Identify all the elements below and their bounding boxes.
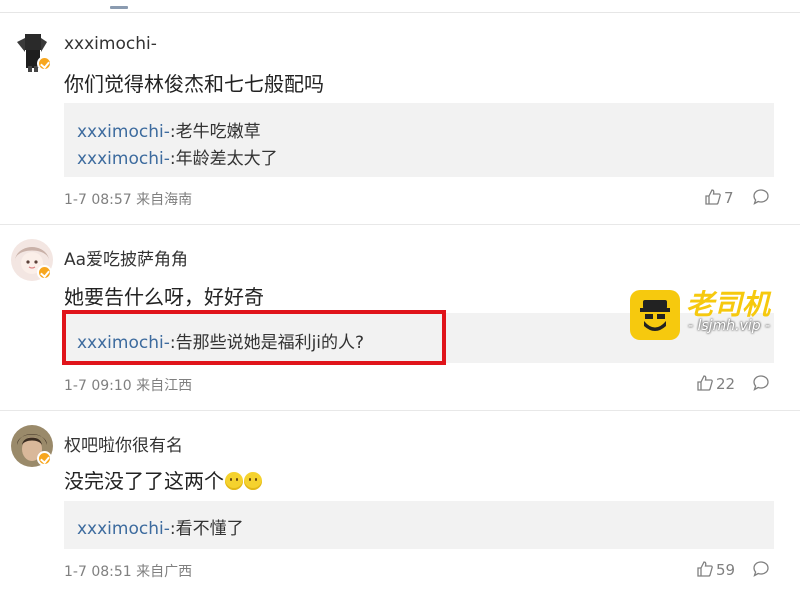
comment-username[interactable]: Aa爱吃披萨角角 bbox=[64, 245, 188, 270]
like-count: 7 bbox=[724, 189, 734, 207]
highlight-frame bbox=[62, 310, 446, 365]
avatar[interactable] bbox=[11, 425, 53, 467]
avatar[interactable] bbox=[11, 30, 53, 72]
smile-emoji-icon bbox=[244, 472, 262, 490]
watermark-url: - lsjmh.vip - bbox=[688, 318, 771, 334]
comment-username[interactable]: 权吧啦你很有名 bbox=[64, 431, 183, 456]
comment-text-body: 没完没了了这两个 bbox=[64, 469, 224, 493]
comment-bubble-icon[interactable] bbox=[752, 374, 770, 392]
like-button[interactable]: 22 bbox=[696, 374, 735, 393]
reply-username[interactable]: xxximochi- bbox=[77, 519, 170, 539]
watermark-logo-icon bbox=[630, 290, 680, 340]
reply-text: :年龄差太大了 bbox=[169, 149, 278, 169]
comment-meta: 1-7 09:10 来自江西 bbox=[64, 378, 193, 394]
comment-meta: 1-7 08:57 来自海南 bbox=[64, 192, 193, 208]
comment-bubble-icon[interactable] bbox=[752, 188, 770, 206]
reply-item: xxximochi-:老牛吃嫩草 bbox=[77, 117, 261, 142]
watermark-title: 老司机 bbox=[686, 288, 771, 321]
thumbs-up-icon bbox=[705, 189, 721, 205]
like-count: 59 bbox=[716, 561, 736, 579]
reply-text: :老牛吃嫩草 bbox=[169, 122, 261, 142]
comment-text: 没完没了了这两个 bbox=[64, 465, 262, 494]
comment-text: 她要告什么呀，好好奇 bbox=[64, 285, 264, 309]
divider bbox=[0, 224, 800, 225]
top-bar bbox=[0, 0, 800, 13]
like-count: 22 bbox=[716, 375, 736, 393]
like-button[interactable]: 7 bbox=[704, 188, 734, 207]
reply-username[interactable]: xxximochi- bbox=[77, 149, 170, 169]
verified-badge-icon bbox=[37, 56, 52, 71]
verified-badge-icon bbox=[37, 265, 52, 280]
avatar[interactable] bbox=[11, 239, 53, 281]
divider bbox=[0, 410, 800, 411]
comment-meta: 1-7 08:51 来自广西 bbox=[64, 564, 193, 580]
reply-username[interactable]: xxximochi- bbox=[77, 122, 170, 142]
reply-item: xxximochi-:年龄差太大了 bbox=[77, 144, 278, 169]
thumbs-up-icon bbox=[697, 375, 713, 391]
like-button[interactable]: 59 bbox=[696, 560, 735, 579]
comment-bubble-icon[interactable] bbox=[752, 560, 770, 578]
comment-username[interactable]: xxximochi- bbox=[64, 34, 157, 54]
reply-box[interactable]: xxximochi-:老牛吃嫩草 xxximochi-:年龄差太大了 bbox=[64, 103, 774, 177]
verified-badge-icon bbox=[37, 451, 52, 466]
comment-text: 你们觉得林俊杰和七七般配吗 bbox=[64, 72, 324, 96]
thumbs-up-icon bbox=[697, 561, 713, 577]
reply-text: :看不懂了 bbox=[169, 519, 244, 539]
smile-emoji-icon bbox=[225, 472, 243, 490]
reply-item: xxximochi-:看不懂了 bbox=[77, 514, 244, 539]
reply-box[interactable]: xxximochi-:看不懂了 bbox=[64, 501, 774, 549]
tab-indicator bbox=[110, 6, 128, 9]
